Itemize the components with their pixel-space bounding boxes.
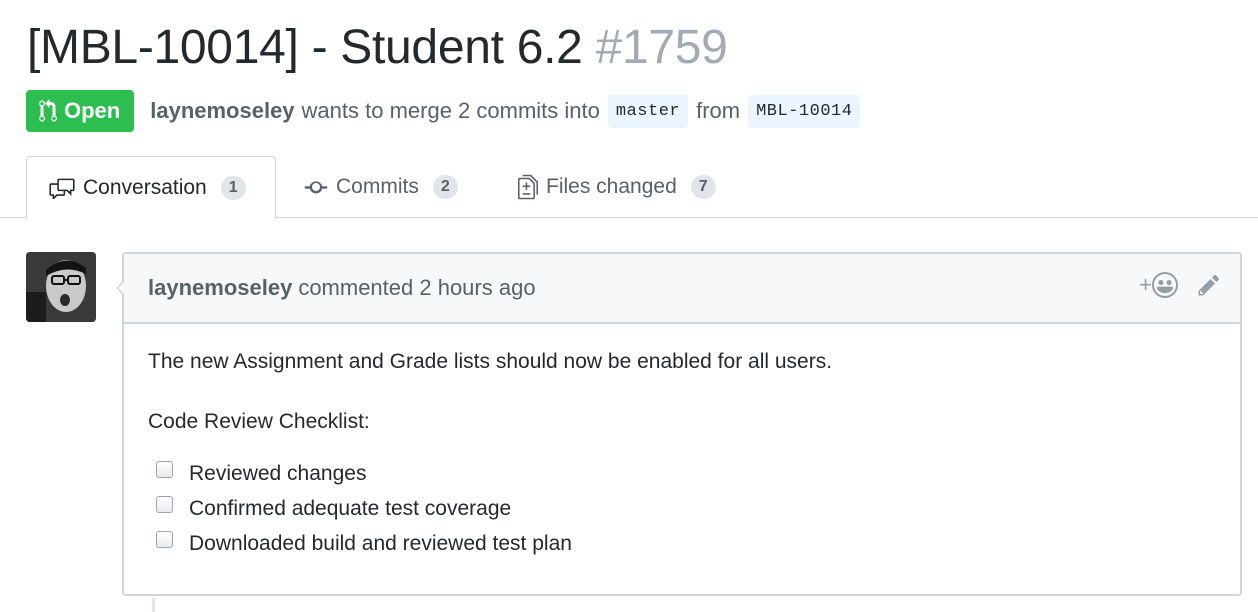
comment-box: laynemoseley commented 2 hours ago + The… <box>116 252 1242 596</box>
task-checkbox[interactable] <box>156 496 173 513</box>
task-list-item: Downloaded build and reviewed test plan <box>156 526 1216 561</box>
git-commit-icon <box>304 181 328 194</box>
base-branch[interactable]: master <box>607 94 689 128</box>
task-label: Reviewed changes <box>189 461 367 485</box>
merge-text: wants to merge 2 commits into <box>301 98 600 123</box>
comment-discussion-icon <box>49 178 75 199</box>
reaction-plus: + <box>1139 272 1152 297</box>
pr-tabs: Conversation 1 Commits 2 Files changed 7 <box>0 156 1258 219</box>
comment-actions: + <box>1139 272 1220 298</box>
avatar-image <box>26 252 96 322</box>
comment-header: laynemoseley commented 2 hours ago + <box>124 254 1240 324</box>
pr-number: #1759 <box>595 21 728 74</box>
tab-commits[interactable]: Commits 2 <box>304 156 458 218</box>
task-checkbox[interactable] <box>156 461 173 478</box>
tab-conversation-label: Conversation <box>83 175 207 199</box>
tab-commits-label: Commits <box>336 175 419 198</box>
pr-title: [MBL-10014] - Student 6.2 #1759 <box>27 18 728 78</box>
comment-author-link[interactable]: laynemoseley <box>148 275 292 301</box>
pencil-icon[interactable] <box>1198 273 1220 297</box>
comment-text: The new Assignment and Grade lists shoul… <box>148 350 833 373</box>
task-label: Confirmed adequate test coverage <box>189 496 512 520</box>
status-label: Open <box>64 98 121 123</box>
tab-conversation-count: 1 <box>220 175 246 200</box>
comment-timestamp[interactable]: commented 2 hours ago <box>298 275 535 301</box>
task-list: Reviewed changes Confirmed adequate test… <box>148 456 1216 561</box>
tab-commits-count: 2 <box>432 175 458 199</box>
head-branch[interactable]: MBL-10014 <box>748 94 861 128</box>
smiley-icon <box>1152 272 1178 298</box>
tab-conversation[interactable]: Conversation 1 <box>26 156 276 219</box>
comment-body: The new Assignment and Grade lists shoul… <box>124 324 1240 585</box>
pr-author-link[interactable]: laynemoseley <box>150 98 294 124</box>
add-reaction-button[interactable]: + <box>1139 272 1178 298</box>
pr-title-text: [MBL-10014] - Student 6.2 <box>27 21 583 74</box>
tab-files-changed[interactable]: Files changed 7 <box>518 156 716 218</box>
task-list-item: Confirmed adequate test coverage <box>156 491 1216 526</box>
task-list-item: Reviewed changes <box>156 456 1216 491</box>
avatar[interactable] <box>26 252 96 322</box>
git-pull-request-icon <box>39 99 57 122</box>
tab-files-label: Files changed <box>546 175 677 198</box>
task-label: Downloaded build and reviewed test plan <box>189 531 572 555</box>
tab-files-count: 7 <box>690 175 716 199</box>
pr-meta: Open laynemoseley wants to merge 2 commi… <box>26 90 868 132</box>
from-text: from <box>696 98 741 123</box>
checklist-title: Code Review Checklist: <box>148 410 370 433</box>
timeline-line <box>152 598 155 612</box>
file-diff-icon <box>518 174 538 200</box>
status-badge: Open <box>26 90 135 132</box>
task-checkbox[interactable] <box>156 531 173 548</box>
